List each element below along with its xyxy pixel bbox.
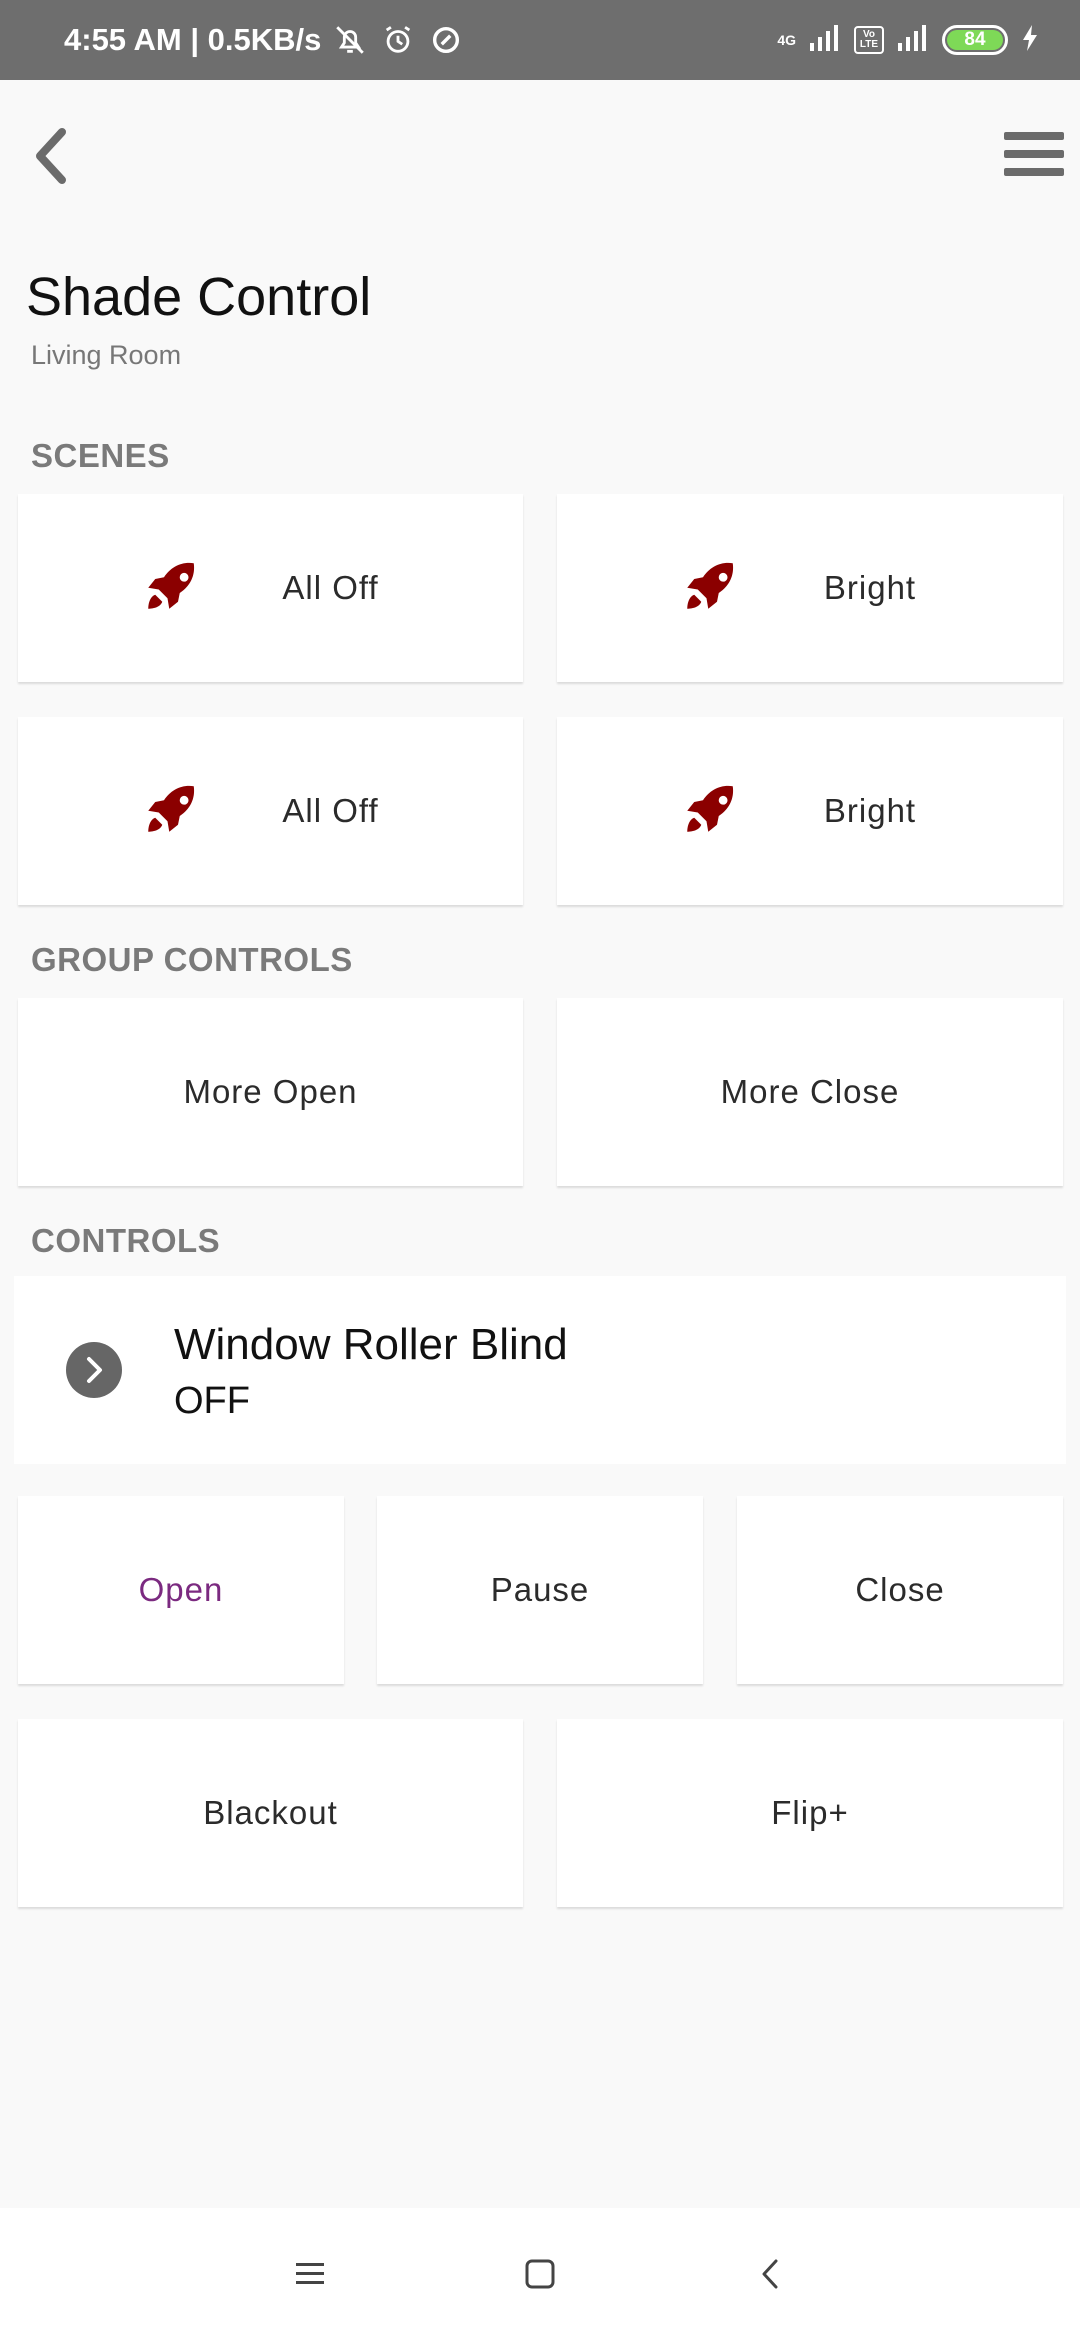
menu-line	[1004, 168, 1064, 176]
back-nav-button[interactable]	[740, 2244, 800, 2304]
more-close-button[interactable]: More Close	[557, 998, 1063, 1186]
square-icon	[525, 2259, 555, 2289]
chevron-left-icon	[36, 128, 66, 184]
menu-line	[1004, 132, 1064, 140]
flip-plus-button[interactable]: Flip+	[557, 1719, 1063, 1907]
close-button[interactable]: Close	[737, 1496, 1063, 1684]
scene-tile-bright[interactable]: Bright	[557, 494, 1063, 682]
muted-bell-icon	[331, 21, 369, 59]
recents-button[interactable]	[280, 2244, 340, 2304]
chevron-left-icon	[762, 2259, 778, 2289]
chevron-right-icon	[87, 1357, 102, 1383]
hamburger-menu-button[interactable]	[1002, 126, 1066, 182]
battery-icon: 84	[942, 25, 1008, 55]
status-bar: 4:55 AM | 0.5KB/s 4G Vo LTE 84	[0, 0, 1080, 80]
status-right: 4G Vo LTE 84	[777, 23, 1040, 58]
open-button[interactable]: Open	[18, 1496, 344, 1684]
charging-icon	[1020, 23, 1040, 58]
room-name: Living Room	[31, 340, 182, 370]
scenes-section-label: SCENES	[31, 437, 170, 474]
data-saver-icon	[427, 21, 465, 59]
blackout-button[interactable]: Blackout	[18, 1719, 523, 1907]
status-time: 4:55 AM | 0.5KB/s	[64, 22, 322, 57]
device-name: Window Roller Blind	[174, 1320, 568, 1369]
controls-section-label: CONTROLS	[31, 1222, 221, 1259]
signal-icon-2	[896, 23, 930, 58]
menu-lines-icon	[296, 2263, 324, 2284]
scene-label: All Off	[282, 569, 379, 606]
scene-tile-all-off[interactable]: All Off	[18, 494, 523, 682]
group-controls-section-label: GROUP CONTROLS	[31, 941, 353, 978]
battery-level: 84	[947, 29, 1003, 50]
scene-tile-bright-2[interactable]: Bright	[557, 717, 1063, 905]
status-left: 4:55 AM | 0.5KB/s	[64, 21, 465, 59]
scene-label: Bright	[823, 569, 917, 606]
home-button[interactable]	[510, 2244, 570, 2304]
scene-label: Bright	[823, 792, 917, 829]
menu-line	[1004, 150, 1064, 158]
scene-label: All Off	[282, 792, 379, 829]
alarm-icon	[379, 21, 417, 59]
device-state: OFF	[174, 1380, 250, 1422]
system-nav-bar	[0, 2208, 1080, 2340]
scene-tile-all-off-2[interactable]: All Off	[18, 717, 523, 905]
device-row[interactable]: Window Roller Blind OFF	[14, 1276, 1066, 1464]
pause-button[interactable]: Pause	[377, 1496, 703, 1684]
more-open-button[interactable]: More Open	[18, 998, 523, 1186]
volte-badge: Vo LTE	[854, 26, 884, 54]
signal-icon	[808, 23, 842, 58]
network-type: 4G	[777, 32, 796, 48]
expand-button[interactable]	[66, 1342, 122, 1398]
page-title: Shade Control	[26, 267, 372, 327]
back-button[interactable]	[24, 124, 76, 188]
